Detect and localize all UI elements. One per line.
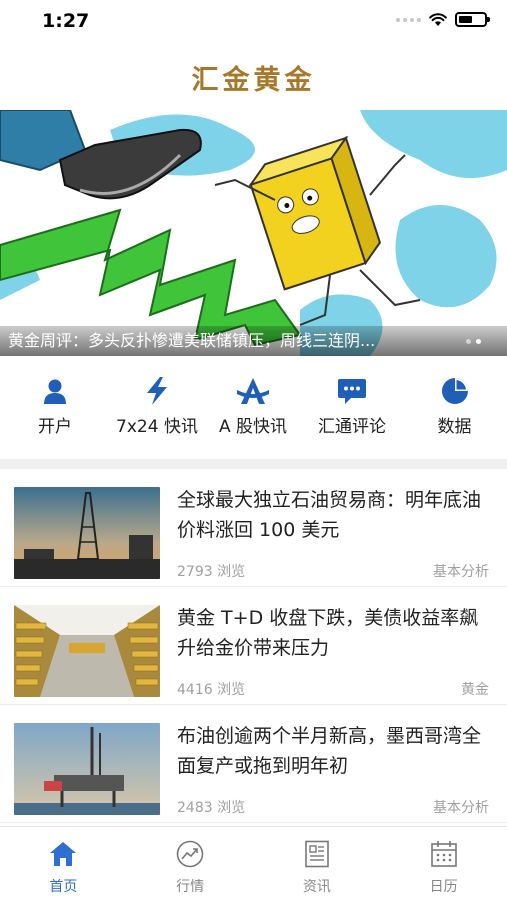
person-icon <box>38 374 72 408</box>
tab-bar: 首页 行情 资讯 日历 <box>0 826 507 900</box>
news-views: 2483 浏览 <box>177 800 246 816</box>
quick-label-a-shares: A 股快讯 <box>218 417 288 437</box>
tab-home[interactable]: 首页 <box>0 827 127 900</box>
banner-carousel[interactable]: 黄金周评：多头反扑惨遭美联储镇压，周线三连阴... <box>0 110 507 356</box>
chat-bubble-icon <box>335 374 369 408</box>
quick-menu: 开户 7x24 快讯 A 股快讯 汇通评论 数据 <box>0 368 507 448</box>
news-thumbnail-gold-vault <box>14 605 160 697</box>
quick-label-data: 数据 <box>437 417 472 437</box>
quick-data[interactable]: 数据 <box>402 368 507 448</box>
battery-icon <box>455 12 490 27</box>
tab-calendar[interactable]: 日历 <box>380 827 507 900</box>
news-list: 全球最大独立石油贸易商：明年底油价料涨回 100 美元 2793 浏览 基本分析 <box>0 469 507 823</box>
calendar-icon <box>429 839 459 869</box>
carousel-dots[interactable] <box>466 339 481 344</box>
home-icon <box>48 839 78 869</box>
wifi-icon <box>429 12 447 26</box>
quick-label-comment: 汇通评论 <box>318 417 386 437</box>
news-thumbnail-oil-rig <box>14 487 160 579</box>
status-bar: 1:27 <box>0 0 507 40</box>
section-divider <box>0 459 507 469</box>
news-title[interactable]: 全球最大独立石油贸易商：明年底油价料涨回 100 美元 <box>177 485 492 545</box>
app-title: 汇金黄金 <box>191 65 316 96</box>
banner-caption: 黄金周评：多头反扑惨遭美联储镇压，周线三连阴... <box>0 326 507 356</box>
news-tag[interactable]: 基本分析 <box>433 561 489 581</box>
lightning-icon <box>140 374 174 408</box>
quick-huitong-comment[interactable]: 汇通评论 <box>302 368 402 448</box>
quick-open-account[interactable]: 开户 <box>0 368 110 448</box>
news-tag[interactable]: 基本分析 <box>433 797 489 817</box>
quick-label-open-account: 开户 <box>38 417 72 437</box>
news-item[interactable]: 全球最大独立石油贸易商：明年底油价料涨回 100 美元 2793 浏览 基本分析 <box>0 469 507 587</box>
pie-chart-icon <box>438 374 472 408</box>
tab-label-home: 首页 <box>49 879 78 895</box>
tab-news[interactable]: 资讯 <box>254 827 381 900</box>
news-views: 4416 浏览 <box>177 682 246 698</box>
news-tag[interactable]: 黄金 <box>461 679 489 699</box>
a-shares-icon <box>236 374 270 408</box>
tab-label-calendar: 日历 <box>429 879 458 895</box>
news-icon <box>302 839 332 869</box>
status-time: 1:27 <box>42 10 90 32</box>
tab-market[interactable]: 行情 <box>127 827 254 900</box>
quick-a-shares-news[interactable]: A 股快讯 <box>204 368 302 448</box>
carousel-dot[interactable] <box>466 339 471 344</box>
carousel-dot-active[interactable] <box>476 339 481 344</box>
news-thumbnail-offshore-platform <box>14 723 160 815</box>
quick-7x24-news[interactable]: 7x24 快讯 <box>110 368 204 448</box>
news-title[interactable]: 黄金 T+D 收盘下跌，美债收益率飙升给金价带来压力 <box>177 603 492 663</box>
tab-label-market: 行情 <box>176 879 205 895</box>
trend-icon <box>175 839 205 869</box>
quick-label-7x24: 7x24 快讯 <box>116 417 198 437</box>
banner-illustration <box>0 110 507 356</box>
news-item[interactable]: 布油创逾两个半月新高，墨西哥湾全面复产或拖到明年初 2483 浏览 基本分析 <box>0 705 507 823</box>
news-views: 2793 浏览 <box>177 564 246 580</box>
status-icons <box>396 12 490 27</box>
news-title[interactable]: 布油创逾两个半月新高，墨西哥湾全面复产或拖到明年初 <box>177 721 492 781</box>
battery-level <box>459 16 472 23</box>
news-item[interactable]: 黄金 T+D 收盘下跌，美债收益率飙升给金价带来压力 4416 浏览 黄金 <box>0 587 507 705</box>
signal-icon <box>396 17 421 22</box>
tab-label-news: 资讯 <box>302 879 331 895</box>
